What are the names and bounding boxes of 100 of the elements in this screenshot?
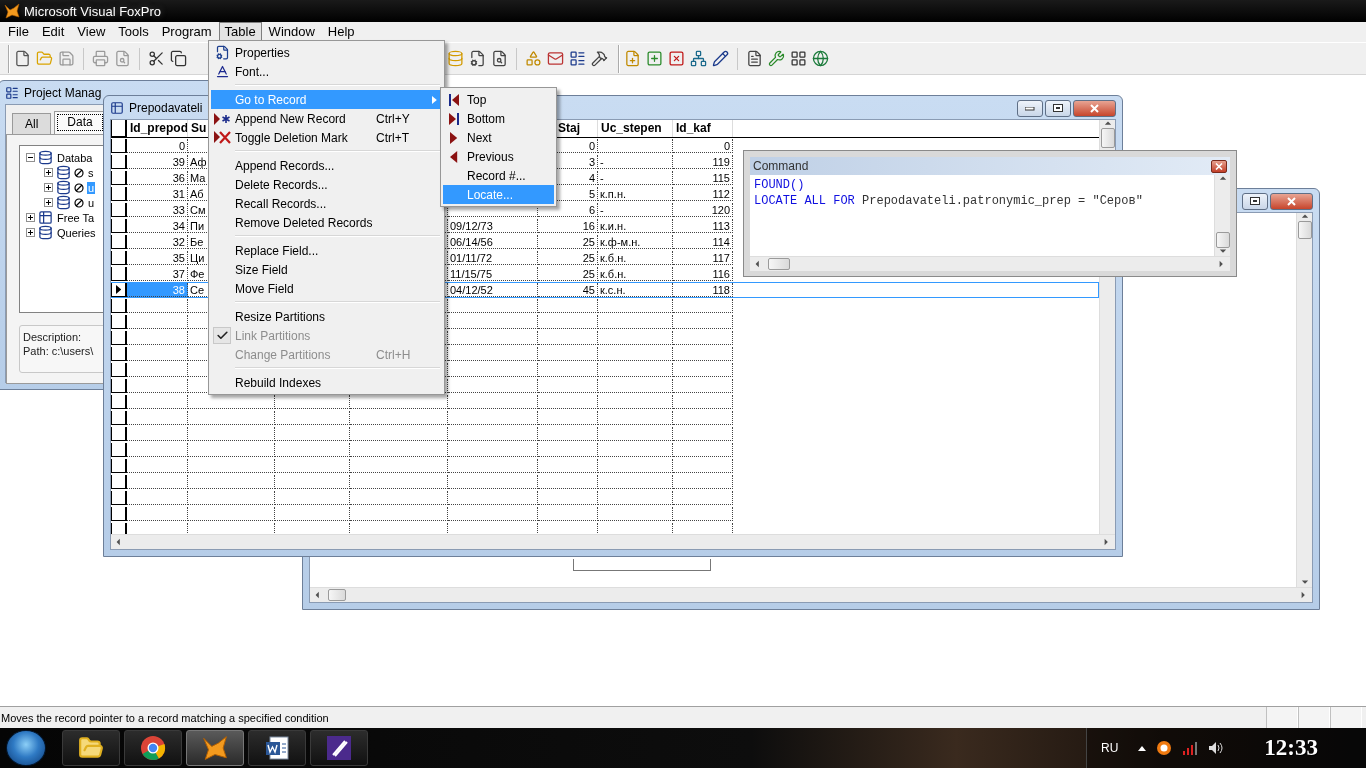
close-button[interactable] [1270, 193, 1313, 210]
scroll-up-arrow[interactable] [1218, 175, 1227, 183]
add-icon[interactable] [646, 50, 663, 67]
column-header[interactable]: Su [191, 121, 207, 135]
horizontal-scrollbar[interactable] [750, 256, 1230, 271]
tab[interactable]: All [12, 113, 52, 134]
list-icon[interactable] [569, 50, 586, 67]
volume-icon[interactable] [1208, 741, 1225, 755]
network-signal-icon[interactable] [1182, 741, 1199, 755]
row-selector[interactable] [111, 347, 127, 361]
scroll-left-arrow[interactable] [314, 591, 322, 599]
taskbar-button[interactable] [62, 730, 120, 766]
row-selector[interactable] [111, 507, 127, 521]
row-selector[interactable] [111, 299, 127, 313]
row-selector[interactable] [111, 363, 127, 377]
menu-item[interactable]: Table [218, 22, 262, 42]
network-icon[interactable] [690, 50, 707, 67]
menu-item[interactable]: Program [155, 22, 218, 42]
vertical-scrollbar[interactable] [1214, 175, 1230, 256]
copy-icon[interactable] [170, 50, 187, 67]
menu-item[interactable]: Top [443, 90, 554, 109]
row-selector[interactable] [111, 171, 127, 185]
menu-item[interactable]: File [2, 22, 35, 42]
envelope-icon[interactable] [547, 50, 564, 67]
row-selector[interactable] [111, 443, 127, 457]
menu-item[interactable]: Append New Record Ctrl+Y [211, 109, 442, 128]
scroll-left-arrow[interactable] [115, 538, 123, 546]
taskbar-button[interactable] [248, 730, 306, 766]
column-header[interactable]: Id_prepod [130, 121, 187, 135]
row-selector[interactable] [111, 523, 127, 534]
scroll-thumb[interactable] [328, 589, 346, 601]
vertical-scrollbar[interactable] [1296, 213, 1312, 587]
column-header[interactable]: Staj [558, 121, 580, 135]
row-selector[interactable] [111, 395, 127, 409]
cut-icon[interactable] [148, 50, 165, 67]
row-selector[interactable] [111, 411, 127, 425]
maximize-button[interactable] [1045, 100, 1071, 117]
show-hidden-icons-arrow[interactable] [1138, 745, 1147, 751]
row-selector[interactable] [111, 491, 127, 505]
horizontal-scrollbar[interactable] [310, 587, 1312, 602]
taskbar-button[interactable] [310, 730, 368, 766]
menu-item[interactable]: Edit [35, 22, 71, 42]
language-indicator[interactable]: RU [1101, 741, 1119, 755]
taskbar-button[interactable] [186, 730, 244, 766]
menu-item[interactable]: Help [321, 22, 361, 42]
tray-app-icon[interactable] [1156, 740, 1173, 756]
menu-item[interactable]: Window [262, 22, 321, 42]
minimize-button[interactable] [1017, 100, 1043, 117]
start-button[interactable] [6, 730, 46, 766]
menu-item[interactable]: Properties [211, 43, 442, 62]
document-icon[interactable] [746, 50, 763, 67]
scroll-thumb[interactable] [768, 258, 790, 270]
row-selector[interactable] [111, 315, 127, 329]
expand-toggle[interactable] [44, 168, 53, 177]
expand-toggle[interactable] [44, 198, 53, 207]
menu-item[interactable]: Toggle Deletion Mark Ctrl+T [211, 128, 442, 147]
row-selector[interactable] [111, 155, 127, 169]
row-selector[interactable] [111, 219, 127, 233]
close-button[interactable] [1073, 100, 1116, 117]
tree-item[interactable]: Databa [56, 151, 94, 164]
edit-icon[interactable] [712, 50, 729, 67]
scroll-up-arrow[interactable] [1103, 120, 1112, 128]
row-selector[interactable] [111, 475, 127, 489]
row-selector[interactable] [111, 459, 127, 473]
remove-icon[interactable] [668, 50, 685, 67]
hammer-icon[interactable] [591, 50, 608, 67]
column-header[interactable]: Uc_stepen [601, 121, 662, 135]
tree-item[interactable]: Queries [56, 226, 97, 239]
maximize-button[interactable] [1242, 193, 1268, 210]
row-selector[interactable] [111, 379, 127, 393]
globe-icon[interactable] [812, 50, 829, 67]
expand-toggle[interactable] [26, 228, 35, 237]
row-selector[interactable] [111, 235, 127, 249]
add-file-icon[interactable] [624, 50, 641, 67]
expand-toggle[interactable] [26, 153, 35, 162]
row-selector[interactable] [111, 203, 127, 217]
scroll-thumb[interactable] [1215, 232, 1230, 248]
scroll-thumb[interactable] [1100, 128, 1115, 148]
expand-toggle[interactable] [44, 183, 53, 192]
search-icon[interactable] [491, 50, 508, 67]
tree-item[interactable]: s [87, 166, 95, 179]
scroll-left-arrow[interactable] [754, 260, 762, 268]
close-button[interactable] [1211, 159, 1227, 173]
row-selector[interactable] [111, 251, 127, 265]
new-file-icon[interactable] [14, 50, 31, 67]
row-selector[interactable] [111, 267, 127, 281]
horizontal-scrollbar[interactable] [111, 534, 1115, 549]
taskbar-button[interactable] [124, 730, 182, 766]
scroll-up-arrow[interactable] [1300, 213, 1309, 221]
clock[interactable]: 12:33 [1264, 735, 1318, 761]
tree-item[interactable]: u [87, 196, 96, 209]
row-selector[interactable] [111, 283, 127, 297]
menu-item[interactable]: Rebuild Indexes [211, 373, 442, 392]
grid-icon[interactable] [790, 50, 807, 67]
scroll-thumb[interactable] [1297, 221, 1312, 239]
row-selector[interactable] [111, 427, 127, 441]
row-selector[interactable] [111, 331, 127, 345]
wrench-icon[interactable] [768, 50, 785, 67]
menu-item[interactable]: Font... [211, 62, 442, 81]
shapes-icon[interactable] [525, 50, 542, 67]
